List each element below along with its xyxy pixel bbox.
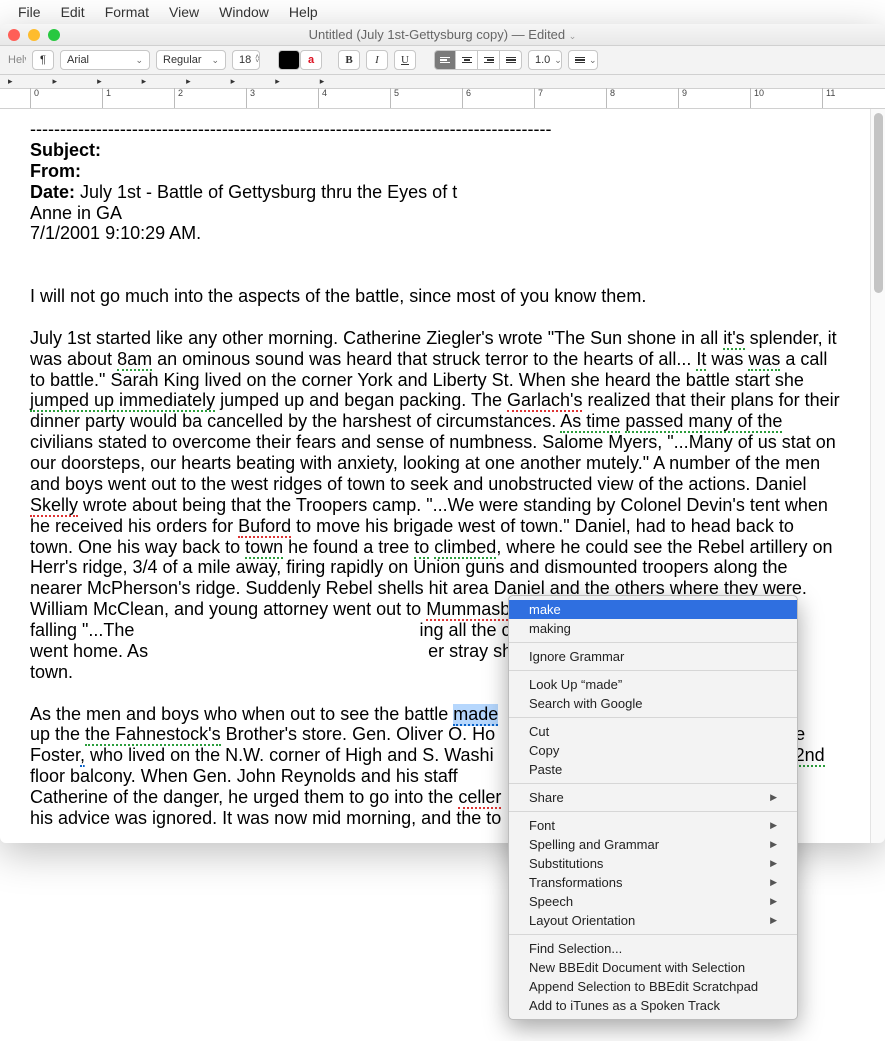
ruler-tick: 11: [822, 88, 835, 108]
intro-paragraph: I will not go much into the aspects of t…: [30, 286, 840, 307]
cm-share[interactable]: Share: [509, 788, 797, 807]
author-line: Anne in GA: [30, 203, 840, 224]
menu-edit[interactable]: Edit: [51, 2, 95, 22]
cm-itunes[interactable]: Add to iTunes as a Spoken Track: [509, 996, 797, 1015]
font-size-select[interactable]: 18˄˅: [232, 50, 260, 70]
pilcrow-button[interactable]: ¶: [32, 50, 54, 70]
cm-bbedit-append[interactable]: Append Selection to BBEdit Scratchpad: [509, 977, 797, 996]
alignment-group: [434, 50, 522, 70]
from-label: From:: [30, 161, 81, 181]
cm-suggestion-make[interactable]: make: [509, 600, 797, 619]
cm-substitutions[interactable]: Substitutions: [509, 854, 797, 873]
cm-paste[interactable]: Paste: [509, 760, 797, 779]
cm-ignore-grammar[interactable]: Ignore Grammar: [509, 647, 797, 666]
underline-button[interactable]: U: [394, 50, 416, 70]
font-sidebar-hint: Helv: [8, 54, 26, 66]
divider-line: ----------------------------------------…: [30, 119, 840, 140]
cm-search-google[interactable]: Search with Google: [509, 694, 797, 713]
font-select[interactable]: Arial⌄: [60, 50, 150, 70]
ruler-tick: 2: [174, 88, 183, 108]
subject-label: Subject:: [30, 140, 101, 160]
font-style-select[interactable]: Regular⌄: [156, 50, 226, 70]
cm-layout[interactable]: Layout Orientation: [509, 911, 797, 930]
selected-word[interactable]: made: [453, 704, 498, 726]
italic-button[interactable]: I: [366, 50, 388, 70]
ruler-tick: 10: [750, 88, 764, 108]
menubar[interactable]: File Edit Format View Window Help: [0, 0, 885, 24]
align-justify-button[interactable]: [500, 50, 522, 70]
cm-speech[interactable]: Speech: [509, 892, 797, 911]
context-menu: make making Ignore Grammar Look Up “made…: [508, 595, 798, 1020]
ruler-tick: 4: [318, 88, 327, 108]
ruler-tick: 3: [246, 88, 255, 108]
ruler-tick: 5: [390, 88, 399, 108]
bold-button[interactable]: B: [338, 50, 360, 70]
align-right-button[interactable]: [478, 50, 500, 70]
cm-font[interactable]: Font: [509, 816, 797, 835]
titlebar: Untitled (July 1st-Gettysburg copy) — Ed…: [0, 24, 885, 46]
cm-spelling[interactable]: Spelling and Grammar: [509, 835, 797, 854]
menu-file[interactable]: File: [8, 2, 51, 22]
timestamp-line: 7/1/2001 9:10:29 AM.: [30, 223, 840, 244]
cm-find-selection[interactable]: Find Selection...: [509, 939, 797, 958]
text-color-swatch[interactable]: [278, 50, 300, 70]
ruler-tick: 7: [534, 88, 543, 108]
scrollbar-thumb[interactable]: [874, 113, 883, 293]
ruler[interactable]: 0 1 2 3 4 5 6 7 8 9 10 11: [0, 89, 885, 109]
cm-separator: [509, 811, 797, 812]
date-label: Date:: [30, 182, 75, 202]
cm-separator: [509, 642, 797, 643]
ruler-tick: 6: [462, 88, 471, 108]
vertical-scrollbar[interactable]: [870, 109, 885, 843]
cm-bbedit-new[interactable]: New BBEdit Document with Selection: [509, 958, 797, 977]
menu-view[interactable]: View: [159, 2, 209, 22]
cm-separator: [509, 783, 797, 784]
cm-cut[interactable]: Cut: [509, 722, 797, 741]
tab-ruler[interactable]: ▸▸▸▸▸▸▸▸: [0, 75, 885, 89]
ruler-tick: 9: [678, 88, 687, 108]
cm-separator: [509, 934, 797, 935]
ruler-tick: 8: [606, 88, 615, 108]
zoom-button[interactable]: [48, 29, 60, 41]
ruler-tick: 1: [102, 88, 111, 108]
menu-help[interactable]: Help: [279, 2, 328, 22]
date-value: July 1st - Battle of Gettysburg thru the…: [75, 182, 457, 202]
align-center-button[interactable]: [456, 50, 478, 70]
menu-format[interactable]: Format: [95, 2, 159, 22]
line-spacing-select[interactable]: 1.0⌄: [528, 50, 562, 70]
window-title: Untitled (July 1st-Gettysburg copy) — Ed…: [309, 27, 566, 42]
toolbar: Helv ¶ Arial⌄ Regular⌄ 18˄˅ a B I U 1.0⌄…: [0, 46, 885, 75]
align-left-button[interactable]: [434, 50, 456, 70]
cm-separator: [509, 670, 797, 671]
cm-copy[interactable]: Copy: [509, 741, 797, 760]
menu-window[interactable]: Window: [209, 2, 279, 22]
cm-transformations[interactable]: Transformations: [509, 873, 797, 892]
ruler-tick: 0: [30, 88, 39, 108]
highlight-color-swatch[interactable]: a: [300, 50, 322, 70]
list-style-button[interactable]: ⌄: [568, 50, 598, 70]
cm-suggestion-making[interactable]: making: [509, 619, 797, 638]
close-button[interactable]: [8, 29, 20, 41]
cm-separator: [509, 717, 797, 718]
cm-lookup[interactable]: Look Up “made”: [509, 675, 797, 694]
minimize-button[interactable]: [28, 29, 40, 41]
